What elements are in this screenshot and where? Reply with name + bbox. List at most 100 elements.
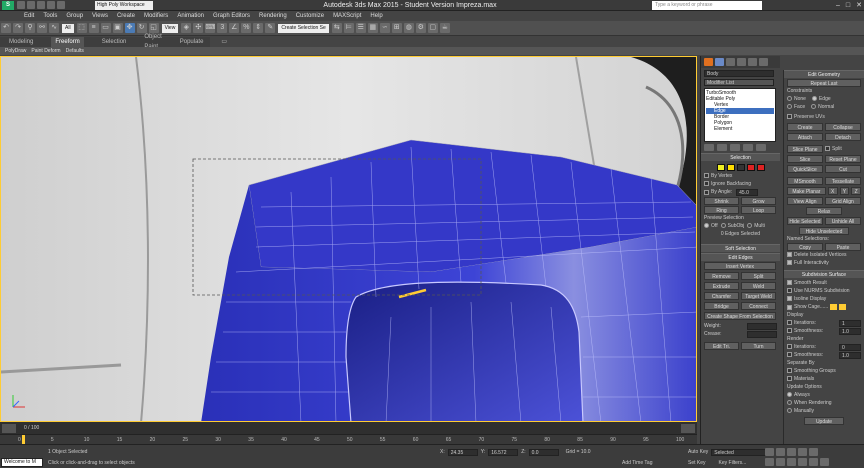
unlink-icon[interactable]: ⚯	[37, 23, 47, 33]
create-button[interactable]: Create	[787, 123, 823, 131]
select-by-name-icon[interactable]: ≡	[88, 23, 99, 33]
redo-icon[interactable]	[57, 1, 65, 9]
align-icon[interactable]: ⊨	[343, 23, 354, 33]
soft-selection-rollout-header[interactable]: Soft Selection	[701, 244, 780, 252]
angle-snap-icon[interactable]: ∠	[229, 23, 240, 33]
create-shape-button[interactable]: Create Shape From Selection	[704, 312, 776, 320]
window-crossing-icon[interactable]: ▣	[112, 23, 123, 33]
reset-plane-button[interactable]: Reset Plane	[825, 155, 861, 163]
schematic-view-icon[interactable]: ⊞	[391, 23, 402, 33]
materials-checkbox[interactable]: Materials	[787, 375, 861, 383]
material-editor-icon[interactable]: ◍	[403, 23, 414, 33]
subdivision-surface-rollout-header[interactable]: Subdivision Surface	[784, 270, 864, 278]
layer-manager-icon[interactable]: ☰	[355, 23, 366, 33]
update-manually-radio[interactable]: Manually	[787, 407, 861, 415]
make-planar-button[interactable]: Make Planar	[787, 187, 826, 195]
percent-snap-icon[interactable]: %	[241, 23, 252, 33]
tessellate-button[interactable]: Tessellate	[825, 177, 861, 185]
split-button[interactable]: Split	[741, 272, 776, 280]
graphite-toggle-icon[interactable]: ▦	[367, 23, 378, 33]
prev-frame-icon[interactable]	[2, 423, 16, 433]
stack-item-element[interactable]: Element	[706, 126, 774, 132]
curve-editor-icon[interactable]: ∽	[379, 23, 390, 33]
attach-button[interactable]: Attach	[787, 133, 823, 141]
key-selection-dropdown[interactable]: Selected	[711, 448, 768, 456]
tab-modeling[interactable]: Modeling	[9, 37, 33, 47]
hide-unselected-button[interactable]: Hide Unselected	[799, 227, 849, 235]
insert-vertex-button[interactable]: Insert Vertex	[704, 262, 776, 270]
edit-geometry-rollout-header[interactable]: Edit Geometry	[784, 70, 864, 78]
close-icon[interactable]: ✕	[856, 0, 862, 11]
grow-button[interactable]: Grow	[741, 197, 776, 205]
zoom-all-icon[interactable]	[776, 458, 785, 466]
maximize-viewport-icon[interactable]	[820, 458, 829, 466]
by-angle-checkbox[interactable]: By Angle: 45.0	[704, 188, 777, 196]
pan-icon[interactable]	[798, 458, 807, 466]
weight-field[interactable]	[747, 322, 777, 330]
orbit-icon[interactable]	[809, 458, 818, 466]
subtab-paint-deform[interactable]: Paint Deform	[31, 47, 60, 55]
paste-button[interactable]: Paste	[825, 243, 861, 251]
reference-coordinate-dropdown[interactable]: View	[161, 23, 179, 33]
x-coord-field[interactable]: 24.35	[447, 448, 478, 456]
crease-field[interactable]	[747, 330, 777, 338]
constraint-none-radio[interactable]: None	[787, 95, 806, 103]
connect-button[interactable]: Connect	[741, 302, 776, 310]
configure-sets-icon[interactable]	[756, 144, 766, 151]
selection-filter-dropdown[interactable]: All	[62, 23, 74, 33]
new-file-icon[interactable]	[17, 1, 25, 9]
bridge-button[interactable]: Bridge	[704, 302, 739, 310]
menu-animation[interactable]: Animation	[177, 11, 204, 21]
view-align-button[interactable]: View Align	[787, 197, 823, 205]
extrude-button[interactable]: Extrude	[704, 282, 739, 290]
element-mode-icon[interactable]	[756, 163, 765, 171]
set-key-button[interactable]: Set Key	[688, 459, 706, 467]
render-iterations-field[interactable]: 0	[839, 343, 861, 351]
create-tab-icon[interactable]	[704, 58, 713, 66]
border-mode-icon[interactable]	[736, 163, 745, 171]
show-end-result-icon[interactable]	[717, 144, 727, 151]
delete-isolated-checkbox[interactable]: Delete Isolated Vertices	[787, 251, 861, 259]
loop-button[interactable]: Loop	[741, 206, 776, 214]
save-file-icon[interactable]	[37, 1, 45, 9]
field-of-view-icon[interactable]	[787, 458, 796, 466]
by-angle-field[interactable]: 45.0	[736, 188, 759, 196]
zoom-icon[interactable]	[765, 458, 774, 466]
menu-customize[interactable]: Customize	[296, 11, 324, 21]
display-smoothness-field[interactable]: 1.0	[839, 327, 861, 335]
vertex-mode-icon[interactable]	[716, 163, 725, 171]
cut-button[interactable]: Cut	[825, 165, 861, 173]
undo-icon[interactable]	[47, 1, 55, 9]
remove-button[interactable]: Remove	[704, 272, 739, 280]
remove-modifier-icon[interactable]	[743, 144, 753, 151]
constraint-edge-radio[interactable]: Edge	[811, 95, 831, 103]
use-nurms-checkbox[interactable]: Use NURMS Subdivision	[787, 287, 861, 295]
pin-stack-icon[interactable]	[704, 144, 714, 151]
update-button[interactable]: Update	[804, 417, 844, 425]
menu-edit[interactable]: Edit	[24, 11, 34, 21]
constraint-face-radio[interactable]: Face	[787, 103, 805, 111]
menu-create[interactable]: Create	[117, 11, 135, 21]
subtab-polydraw[interactable]: PolyDraw	[5, 47, 26, 55]
shrink-button[interactable]: Shrink	[704, 197, 739, 205]
next-key-icon[interactable]	[798, 448, 807, 456]
workspace-dropdown[interactable]: High Poly Workspace	[95, 1, 153, 10]
move-icon[interactable]: ✥	[124, 23, 135, 33]
hierarchy-tab-icon[interactable]	[726, 58, 735, 66]
keyboard-shortcut-icon[interactable]: ⌨	[205, 23, 215, 33]
render-smoothness-field[interactable]: 1.0	[839, 351, 861, 359]
preserve-uvs-checkbox[interactable]: Preserve UVs	[787, 113, 861, 121]
maxscript-listener[interactable]: Welcome to M	[1, 458, 43, 467]
perspective-viewport[interactable]	[0, 56, 697, 422]
by-vertex-checkbox[interactable]: By Vertex	[704, 172, 777, 180]
render-setup-icon[interactable]: ⚙	[415, 23, 426, 33]
edge-mode-icon[interactable]	[726, 163, 735, 171]
object-name-field[interactable]: Body	[704, 70, 774, 77]
app-logo-icon[interactable]: S	[2, 1, 14, 10]
detach-button[interactable]: Detach	[825, 133, 861, 141]
menu-modifiers[interactable]: Modifiers	[144, 11, 168, 21]
menu-help[interactable]: Help	[370, 11, 382, 21]
motion-tab-icon[interactable]	[737, 58, 746, 66]
ribbon-toggle-icon[interactable]: ▭	[221, 37, 227, 47]
planar-y-button[interactable]: Y	[839, 187, 850, 195]
